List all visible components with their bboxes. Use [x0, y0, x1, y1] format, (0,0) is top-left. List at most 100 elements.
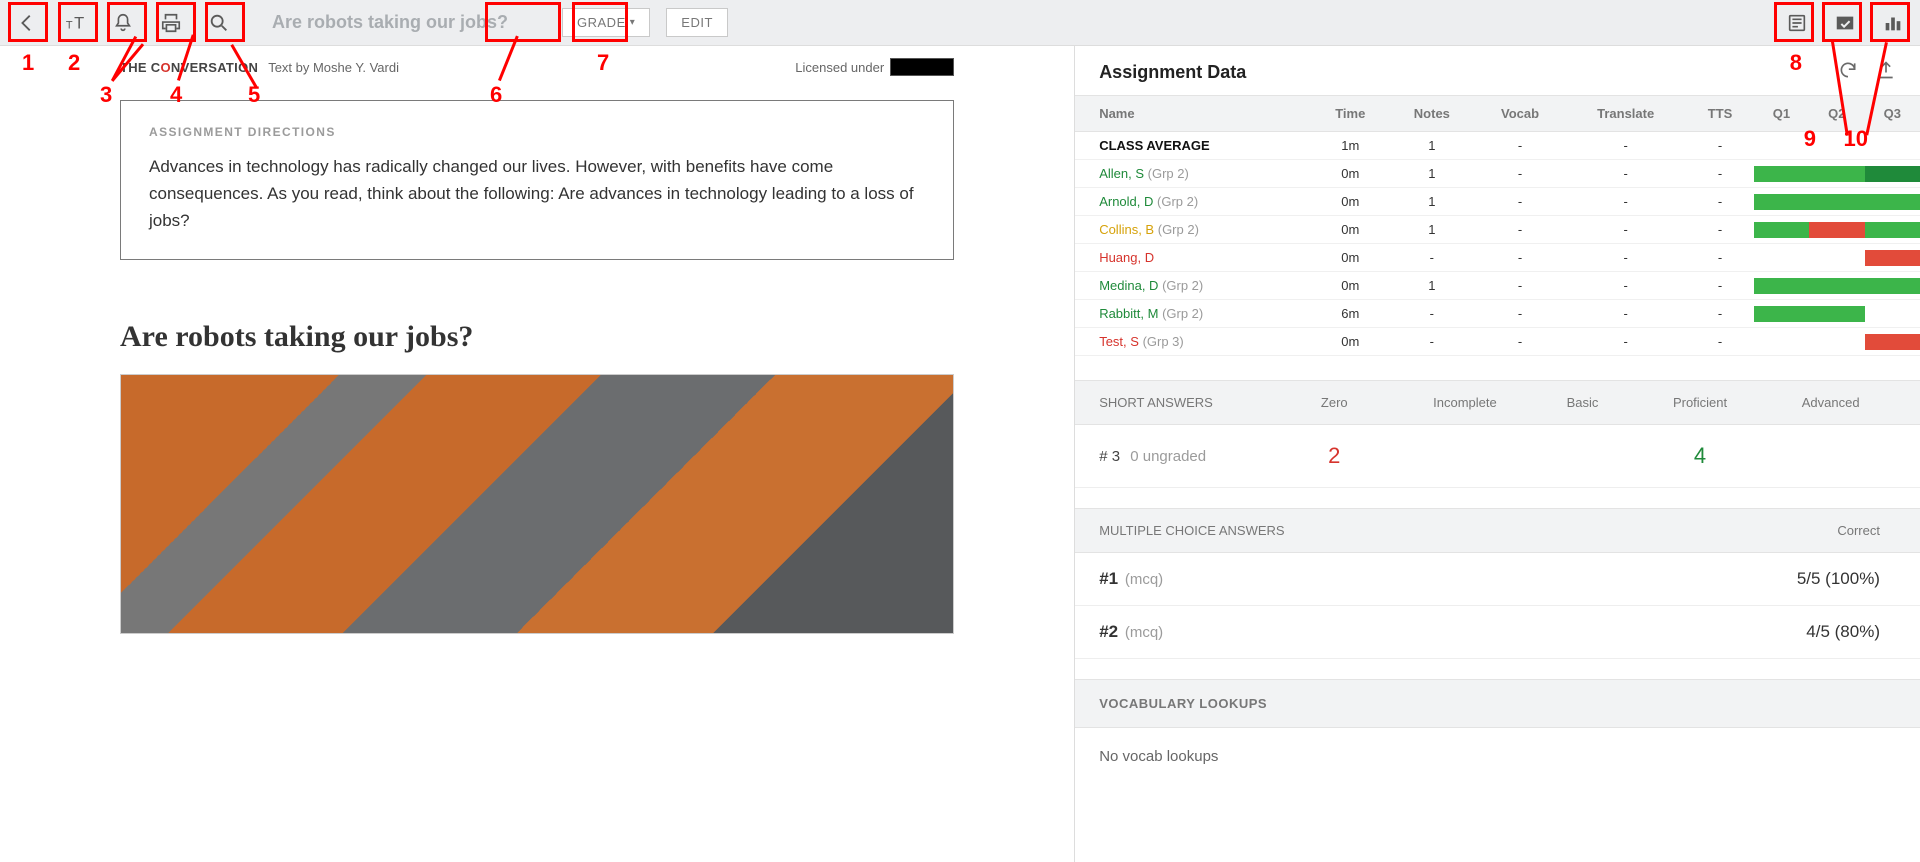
student-name: Medina, D: [1099, 278, 1158, 293]
cell-vocab: -: [1475, 132, 1565, 160]
student-group: (Grp 3): [1143, 334, 1184, 349]
cell-q2: [1809, 300, 1864, 328]
mc-row[interactable]: #1 (mcq)5/5 (100%): [1075, 553, 1920, 606]
sa-zero-count: 2: [1269, 443, 1400, 469]
grade-view-button[interactable]: [1828, 6, 1862, 40]
text-size-button[interactable]: TT: [58, 6, 92, 40]
data-pane[interactable]: Assignment Data Name Time Notes Vocab Tr…: [1075, 46, 1920, 862]
table-row[interactable]: Test, S (Grp 3)0m----: [1075, 328, 1920, 356]
sa-col-incomplete: Incomplete: [1400, 395, 1531, 410]
sa-col-zero: Zero: [1269, 395, 1400, 410]
note-icon: [1786, 12, 1808, 34]
article-hero-image: [120, 374, 954, 634]
sa-col-basic: Basic: [1530, 395, 1635, 410]
mc-correct: 4/5 (80%): [1806, 622, 1880, 642]
col-translate[interactable]: Translate: [1565, 96, 1686, 132]
grade-dropdown[interactable]: GRADE ▾: [562, 8, 650, 37]
edit-button[interactable]: EDIT: [666, 8, 728, 37]
cell-time: 6m: [1312, 300, 1389, 328]
cell-translate: -: [1565, 244, 1686, 272]
source-logo: THE CONVERSATION: [120, 60, 258, 75]
cell-tts: -: [1686, 216, 1753, 244]
notes-view-button[interactable]: [1780, 6, 1814, 40]
cell-translate: -: [1565, 328, 1686, 356]
cell-vocab: -: [1475, 244, 1565, 272]
col-vocab[interactable]: Vocab: [1475, 96, 1565, 132]
col-name[interactable]: Name: [1075, 96, 1312, 132]
cell-notes: 1: [1389, 216, 1476, 244]
student-group: (Grp 2): [1162, 306, 1203, 321]
table-row[interactable]: CLASS AVERAGE 1m1---: [1075, 132, 1920, 160]
assignment-directions-box: ASSIGNMENT DIRECTIONS Advances in techno…: [120, 100, 954, 260]
cell-notes: 1: [1389, 160, 1476, 188]
sa-row-label: # 3 0 ungraded: [1099, 448, 1269, 465]
back-button[interactable]: [10, 6, 44, 40]
article-pane[interactable]: THE CONVERSATION Text by Moshe Y. Vardi …: [0, 46, 1075, 862]
mc-row[interactable]: #2 (mcq) 4/5 (80%): [1075, 606, 1920, 659]
mc-heading: MULTIPLE CHOICE ANSWERS: [1099, 523, 1284, 538]
edit-label: EDIT: [681, 15, 713, 30]
directions-heading: ASSIGNMENT DIRECTIONS: [149, 125, 925, 139]
cell-tts: -: [1686, 328, 1753, 356]
svg-text:T: T: [74, 14, 84, 32]
refresh-icon: [1838, 60, 1858, 80]
col-q1[interactable]: Q1: [1754, 96, 1809, 132]
student-name: CLASS AVERAGE: [1099, 138, 1210, 153]
search-button[interactable]: [202, 6, 236, 40]
col-notes[interactable]: Notes: [1389, 96, 1476, 132]
cell-translate: -: [1565, 272, 1686, 300]
col-q2[interactable]: Q2: [1809, 96, 1864, 132]
table-row[interactable]: Rabbitt, M (Grp 2)6m----: [1075, 300, 1920, 328]
cell-q1: [1754, 328, 1809, 356]
cell-tts: -: [1686, 160, 1753, 188]
cell-notes: -: [1389, 300, 1476, 328]
notifications-button[interactable]: [106, 6, 140, 40]
cell-translate: -: [1565, 132, 1686, 160]
cell-q2: [1809, 216, 1864, 244]
student-name: Arnold, D: [1099, 194, 1153, 209]
student-group: (Grp 2): [1162, 278, 1203, 293]
table-row[interactable]: Medina, D (Grp 2)0m1---: [1075, 272, 1920, 300]
data-view-button[interactable]: [1876, 6, 1910, 40]
cell-time: 0m: [1312, 328, 1389, 356]
cell-notes: 1: [1389, 272, 1476, 300]
short-answer-row[interactable]: # 3 0 ungraded 2 4: [1075, 425, 1920, 488]
mc-type: (mcq): [1125, 624, 1163, 641]
table-row[interactable]: Allen, S (Grp 2)0m1---: [1075, 160, 1920, 188]
article-title: Are robots taking our jobs?: [120, 320, 954, 354]
student-name: Test, S: [1099, 334, 1139, 349]
cell-time: 0m: [1312, 244, 1389, 272]
caret-down-icon: ▾: [630, 17, 636, 28]
refresh-button[interactable]: [1838, 60, 1858, 85]
cell-translate: -: [1565, 300, 1686, 328]
cell-notes: 1: [1389, 188, 1476, 216]
export-button[interactable]: [1876, 60, 1896, 85]
grade-label: GRADE: [577, 15, 626, 30]
student-name: Collins, B: [1099, 222, 1154, 237]
cell-time: 0m: [1312, 216, 1389, 244]
text-size-icon: TT: [64, 12, 86, 34]
cell-q2: [1809, 244, 1864, 272]
student-group: (Grp 2): [1158, 222, 1199, 237]
cell-q1: [1754, 132, 1809, 160]
student-data-table: Name Time Notes Vocab Translate TTS Q1 Q…: [1075, 95, 1920, 356]
cell-vocab: -: [1475, 216, 1565, 244]
table-row[interactable]: Arnold, D (Grp 2)0m1---: [1075, 188, 1920, 216]
directions-text: Advances in technology has radically cha…: [149, 153, 925, 235]
student-group: (Grp 2): [1157, 194, 1198, 209]
col-tts[interactable]: TTS: [1686, 96, 1753, 132]
chevron-left-icon: [16, 12, 38, 34]
col-q3[interactable]: Q3: [1865, 96, 1920, 132]
mc-index: #2: [1099, 622, 1118, 641]
cell-time: 0m: [1312, 188, 1389, 216]
print-button[interactable]: [154, 6, 188, 40]
cell-q1: [1754, 300, 1809, 328]
cell-tts: -: [1686, 244, 1753, 272]
table-row[interactable]: Collins, B (Grp 2)0m1---: [1075, 216, 1920, 244]
col-time[interactable]: Time: [1312, 96, 1389, 132]
table-row[interactable]: Huang, D 0m----: [1075, 244, 1920, 272]
cell-notes: -: [1389, 244, 1476, 272]
mc-correct: 5/5 (100%): [1797, 569, 1880, 589]
cell-translate: -: [1565, 160, 1686, 188]
cell-q2: [1809, 188, 1864, 216]
